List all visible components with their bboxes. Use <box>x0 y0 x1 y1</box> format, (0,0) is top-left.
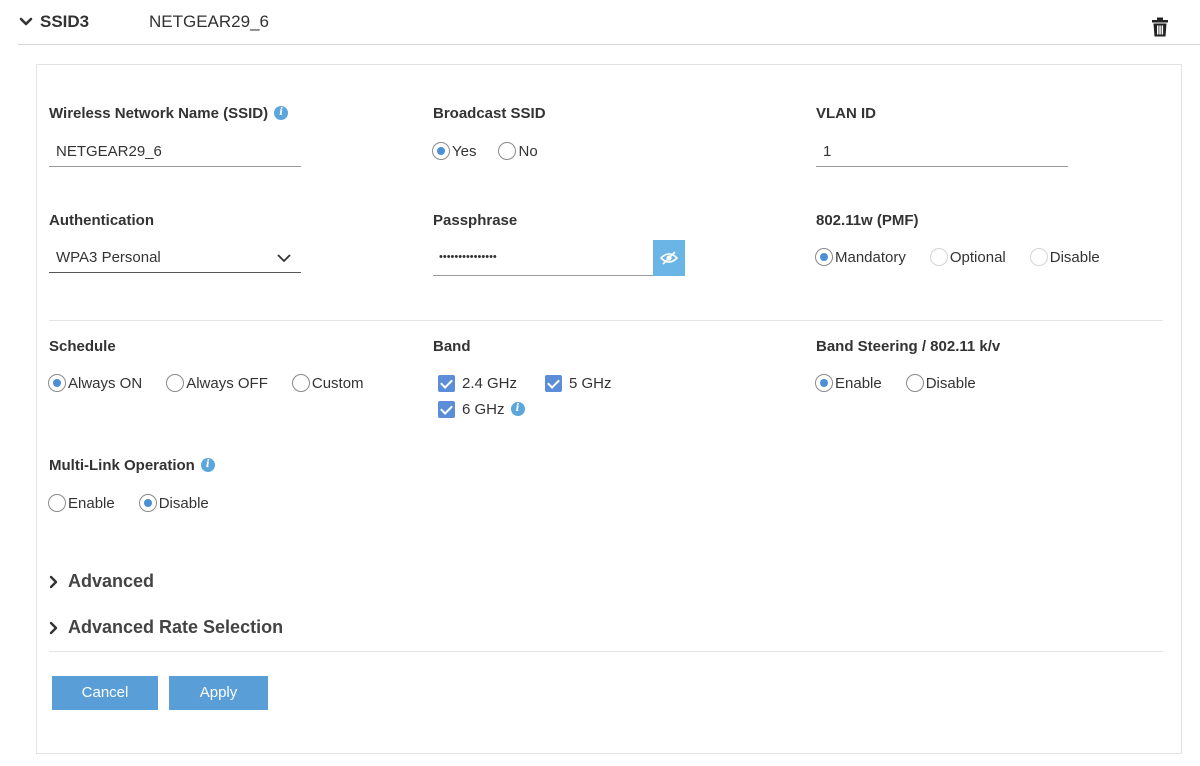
ssid-header: SSID3 NETGEAR29_6 <box>18 0 1200 45</box>
broadcast-ssid-label: Broadcast SSID <box>433 105 546 122</box>
broadcast-ssid-group: Yes No <box>432 142 538 160</box>
ssid-name-input[interactable]: NETGEAR29_6 <box>49 137 301 167</box>
checkbox-checked-icon <box>438 401 455 418</box>
schedule-always-on-radio[interactable]: Always ON <box>48 374 142 392</box>
band-2-4ghz-checkbox[interactable]: 2.4 GHz <box>438 375 517 392</box>
advanced-rate-selection-toggle[interactable]: Advanced Rate Selection <box>49 617 283 638</box>
schedule-label: Schedule <box>49 338 116 355</box>
trash-icon[interactable] <box>1151 17 1169 37</box>
checkbox-checked-icon <box>545 375 562 392</box>
schedule-group: Always ON Always OFF Custom <box>48 374 364 392</box>
pmf-optional-radio[interactable]: Optional <box>929 248 1006 266</box>
schedule-custom-radio[interactable]: Custom <box>291 374 364 392</box>
mlo-disable-radio[interactable]: Disable <box>138 494 209 512</box>
eye-slash-icon <box>660 251 678 265</box>
advanced-section-toggle[interactable]: Advanced <box>49 571 154 592</box>
ssid-name-label: Wireless Network Name (SSID) i <box>49 105 289 122</box>
authentication-label: Authentication <box>49 212 154 229</box>
chevron-down-icon[interactable] <box>18 14 34 30</box>
apply-button[interactable]: Apply <box>169 676 268 710</box>
vlan-id-label: VLAN ID <box>816 105 876 122</box>
mlo-group: Enable Disable <box>48 494 209 512</box>
schedule-always-off-radio[interactable]: Always OFF <box>166 374 268 392</box>
toggle-password-visibility-button[interactable] <box>653 240 685 276</box>
band-5ghz-checkbox[interactable]: 5 GHz <box>545 375 612 392</box>
pmf-disable-radio[interactable]: Disable <box>1029 248 1100 266</box>
chevron-right-icon <box>49 621 58 634</box>
mlo-label: Multi-Link Operation i <box>49 457 215 474</box>
info-icon[interactable]: i <box>274 106 289 121</box>
band-steering-enable-radio[interactable]: Enable <box>815 374 882 392</box>
chevron-down-icon <box>277 254 291 263</box>
info-icon[interactable]: i <box>200 458 215 473</box>
band-steering-group: Enable Disable <box>815 374 976 392</box>
passphrase-label: Passphrase <box>433 212 518 229</box>
checkbox-checked-icon <box>438 375 455 392</box>
band-6ghz-checkbox[interactable]: 6 GHz i <box>438 401 525 418</box>
band-steering-disable-radio[interactable]: Disable <box>905 374 976 392</box>
broadcast-yes-radio[interactable]: Yes <box>432 142 476 160</box>
band-steering-label: Band Steering / 802.11 k/v <box>816 338 1001 355</box>
section-divider <box>49 651 1163 652</box>
section-divider <box>49 320 1163 321</box>
pmf-label: 802.11w (PMF) <box>816 212 919 229</box>
info-icon[interactable]: i <box>510 401 525 416</box>
band-label: Band <box>433 338 471 355</box>
pmf-mandatory-radio[interactable]: Mandatory <box>815 248 906 266</box>
ssid-name-title: NETGEAR29_6 <box>149 12 269 31</box>
broadcast-no-radio[interactable]: No <box>498 142 538 160</box>
ssid-settings-panel: Wireless Network Name (SSID) i NETGEAR29_… <box>36 64 1182 754</box>
mlo-enable-radio[interactable]: Enable <box>48 494 115 512</box>
pmf-group: Mandatory Optional Disable <box>815 248 1100 266</box>
authentication-select[interactable]: WPA3 Personal <box>49 243 301 273</box>
vlan-id-input[interactable]: 1 <box>816 137 1068 167</box>
passphrase-input[interactable]: ••••••••••••••• <box>433 240 653 276</box>
cancel-button[interactable]: Cancel <box>52 676 158 710</box>
chevron-right-icon <box>49 575 58 588</box>
ssid-index-label[interactable]: SSID3 <box>40 12 89 32</box>
